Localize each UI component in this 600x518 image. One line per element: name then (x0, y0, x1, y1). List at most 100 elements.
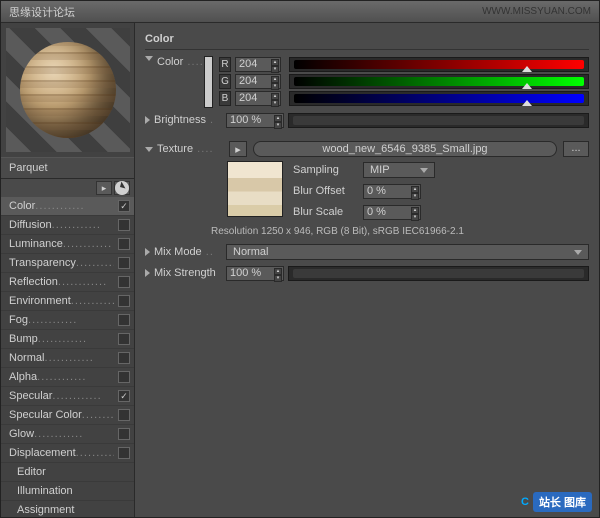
section-title: Color (145, 29, 589, 50)
channel-luminance[interactable]: Luminance. . . . . . . . . . . . (1, 235, 134, 254)
channel-fog[interactable]: Fog. . . . . . . . . . . . (1, 311, 134, 330)
r-label: R (219, 57, 231, 72)
mixstrength-label: Mix Strength (154, 267, 226, 279)
channel-reflection[interactable]: Reflection. . . . . . . . . . . . (1, 273, 134, 292)
channel-label: Diffusion (9, 219, 52, 231)
expand-icon[interactable] (145, 116, 150, 124)
channel-label: Glow (9, 428, 34, 440)
channel-label: Transparency (9, 257, 76, 269)
expand-icon[interactable] (145, 269, 150, 277)
channel-list: Color. . . . . . . . . . . . ✓Diffusion.… (1, 197, 134, 517)
channel-checkbox[interactable]: ✓ (118, 390, 130, 402)
expand-icon[interactable] (145, 56, 153, 61)
channel-checkbox[interactable] (118, 371, 130, 383)
channel-label: Reflection (9, 276, 58, 288)
expand-icon[interactable] (145, 248, 150, 256)
b-label: B (219, 91, 231, 106)
channel-specular-color[interactable]: Specular Color. . . . . . . . . . . . (1, 406, 134, 425)
texture-menu-button[interactable]: ▸ (229, 141, 247, 157)
spinner-icon[interactable]: ▴▾ (274, 268, 282, 279)
g-slider[interactable] (289, 74, 589, 89)
expand-icon[interactable] (145, 147, 153, 152)
watermark-right: WWW.MISSYUAN.COM (482, 6, 591, 17)
blurscale-label: Blur Scale (293, 206, 363, 218)
texture-browse-button[interactable]: ... (563, 141, 589, 157)
channel-checkbox[interactable] (118, 428, 130, 440)
nav-prev-button[interactable]: ▸ (96, 181, 112, 195)
left-panel: Parquet ▸ Color. . . . . . . . . . . . ✓… (1, 23, 135, 517)
r-slider[interactable] (289, 57, 589, 72)
texture-filename[interactable]: wood_new_6546_9385_Small.jpg (253, 141, 557, 157)
channel-label: Alpha (9, 371, 37, 383)
resolution-text: Resolution 1250 x 946, RGB (8 Bit), sRGB… (211, 226, 589, 237)
blurscale-input[interactable]: 0 %▴▾ (363, 205, 421, 220)
channel-label: Color (9, 200, 35, 212)
channel-displacement[interactable]: Displacement. . . . . . . . . . . . (1, 444, 134, 463)
mixmode-dropdown[interactable]: Normal (226, 244, 589, 260)
preview-sphere (20, 42, 116, 138)
b-slider[interactable] (289, 91, 589, 106)
right-panel: Color Color . . . . R 204▴▾ G 204▴▾ (135, 23, 599, 517)
channel-label: Bump (9, 333, 38, 345)
channel-alpha[interactable]: Alpha. . . . . . . . . . . . (1, 368, 134, 387)
mixstrength-slider[interactable] (288, 266, 589, 281)
g-label: G (219, 74, 231, 89)
nav-pick-button[interactable] (114, 181, 130, 195)
channel-transparency[interactable]: Transparency. . . . . . . . . . . . (1, 254, 134, 273)
channel-label: Displacement (9, 447, 76, 459)
subchannel-editor[interactable]: Editor (1, 463, 134, 482)
spinner-icon[interactable]: ▴▾ (271, 76, 279, 87)
g-input[interactable]: 204▴▾ (235, 74, 281, 89)
bluroffset-input[interactable]: 0 %▴▾ (363, 184, 421, 199)
channel-normal[interactable]: Normal. . . . . . . . . . . . (1, 349, 134, 368)
brightness-slider[interactable] (288, 113, 589, 128)
channel-checkbox[interactable]: ✓ (118, 200, 130, 212)
channel-label: Luminance (9, 238, 63, 250)
channel-checkbox[interactable] (118, 219, 130, 231)
titlebar: 思缘设计论坛 WWW.MISSYUAN.COM (1, 1, 599, 23)
subchannel-label: Assignment (17, 504, 74, 516)
channel-label: Normal (9, 352, 44, 364)
color-swatch[interactable] (204, 56, 213, 108)
channel-checkbox[interactable] (118, 333, 130, 345)
color-label: Color . . . . (157, 56, 204, 68)
channel-label: Specular (9, 390, 52, 402)
texture-thumbnail[interactable] (227, 161, 283, 217)
watermark-left: 思缘设计论坛 (9, 4, 75, 20)
b-input[interactable]: 204▴▾ (235, 91, 281, 106)
channel-checkbox[interactable] (118, 276, 130, 288)
cursor-icon (115, 181, 129, 195)
spinner-icon[interactable]: ▴▾ (411, 207, 419, 218)
channel-color[interactable]: Color. . . . . . . . . . . . ✓ (1, 197, 134, 216)
channel-checkbox[interactable] (118, 257, 130, 269)
channel-glow[interactable]: Glow. . . . . . . . . . . . (1, 425, 134, 444)
sampling-label: Sampling (293, 164, 363, 176)
bluroffset-label: Blur Offset (293, 185, 363, 197)
subchannel-assignment[interactable]: Assignment (1, 501, 134, 517)
spinner-icon[interactable]: ▴▾ (271, 59, 279, 70)
channel-checkbox[interactable] (118, 314, 130, 326)
mixstrength-input[interactable]: 100 %▴▾ (226, 266, 284, 281)
material-name[interactable]: Parquet (1, 157, 134, 179)
spinner-icon[interactable]: ▴▾ (274, 115, 282, 126)
sampling-dropdown[interactable]: MIP (363, 162, 435, 178)
channel-environment[interactable]: Environment. . . . . . . . . . . . (1, 292, 134, 311)
channel-checkbox[interactable] (118, 409, 130, 421)
channel-checkbox[interactable] (118, 238, 130, 250)
channel-diffusion[interactable]: Diffusion. . . . . . . . . . . . (1, 216, 134, 235)
channel-label: Specular Color (9, 409, 82, 421)
brightness-label: Brightness . (154, 114, 226, 126)
channel-checkbox[interactable] (118, 352, 130, 364)
channel-bump[interactable]: Bump. . . . . . . . . . . . (1, 330, 134, 349)
channel-checkbox[interactable] (118, 447, 130, 459)
preview-navbar: ▸ (1, 179, 134, 197)
spinner-icon[interactable]: ▴▾ (411, 186, 419, 197)
channel-specular[interactable]: Specular. . . . . . . . . . . . ✓ (1, 387, 134, 406)
r-input[interactable]: 204▴▾ (235, 57, 281, 72)
channel-label: Environment (9, 295, 71, 307)
material-preview[interactable] (6, 28, 130, 152)
spinner-icon[interactable]: ▴▾ (271, 93, 279, 104)
subchannel-illumination[interactable]: Illumination (1, 482, 134, 501)
brightness-input[interactable]: 100 %▴▾ (226, 113, 284, 128)
channel-checkbox[interactable] (118, 295, 130, 307)
